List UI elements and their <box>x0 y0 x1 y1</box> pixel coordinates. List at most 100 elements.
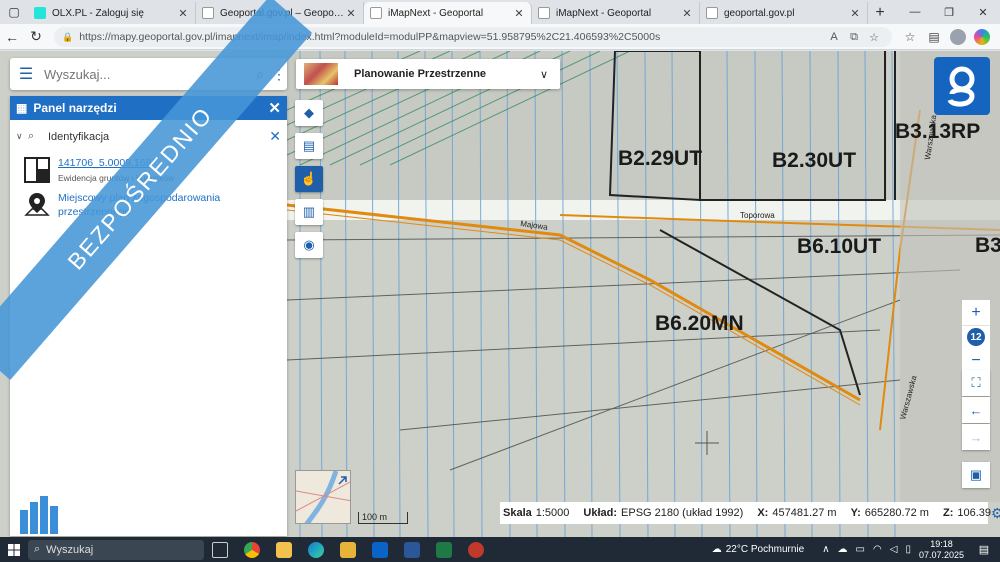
close-tab-icon[interactable]: ✕ <box>681 7 693 20</box>
clock-time: 19:18 <box>930 538 953 549</box>
windows-taskbar: ⌕ Wyszukaj ☁ 22°C Pochmurnie ∧ ☁ ▭ ◠ ◁ ▯… <box>0 537 1000 562</box>
page-favicon <box>202 7 214 19</box>
weather-widget[interactable]: ☁ 22°C Pochmurnie <box>712 544 804 555</box>
collections-icon[interactable]: ▤ <box>922 25 946 49</box>
close-tab-icon[interactable]: ✕ <box>849 7 861 20</box>
label-b229: B2.29UT <box>618 147 702 170</box>
lock-icon[interactable]: 🔒 <box>62 32 73 43</box>
clock[interactable]: 19:18 07.07.2025 <box>919 539 964 561</box>
volume-icon[interactable]: ◁ <box>890 544 898 555</box>
new-tab-button[interactable]: + <box>868 2 892 24</box>
clock-date: 07.07.2025 <box>918 549 964 560</box>
wifi-icon[interactable]: ◠ <box>873 544 882 555</box>
address-bar: ← ↻ 🔒 https://mapy.geoportal.gov.pl/imap… <box>0 24 1000 50</box>
fullscreen-icon[interactable]: ⛶ <box>962 370 990 396</box>
tab-imapnext-active[interactable]: iMapNext - Geoportal ✕ <box>364 2 532 24</box>
search-icon: ⌕ <box>28 130 35 142</box>
close-identification-icon[interactable]: ✕ <box>269 128 281 145</box>
taskbar-search[interactable]: ⌕ Wyszukaj <box>28 539 204 560</box>
onedrive-icon[interactable]: ☁ <box>838 544 848 555</box>
print-icon[interactable]: ▤ <box>295 133 323 159</box>
maximize-icon[interactable]: ❐ <box>932 0 966 24</box>
crs-value[interactable]: EPSG 2180 (układ 1992) <box>621 507 743 519</box>
tab-title: iMapNext - Geoportal <box>388 7 484 19</box>
zoom-in-button[interactable]: + <box>962 300 990 326</box>
edge-icon[interactable] <box>300 537 332 562</box>
z-label: Z: <box>942 507 954 519</box>
scale-value[interactable]: 1:5000 <box>536 507 570 519</box>
favorite-star-icon[interactable]: ☆ <box>864 31 884 44</box>
tab-title: OLX.PL - Zaloguj się <box>52 7 144 19</box>
tools-panel-title: Panel narzędzi <box>33 101 117 115</box>
next-view-icon[interactable]: → <box>962 424 990 450</box>
label-b610: B6.10UT <box>797 235 881 258</box>
chevron-up-icon[interactable]: ∧ <box>822 544 829 555</box>
identify-pointer-icon[interactable]: ☝ <box>295 166 323 192</box>
notifications-icon[interactable]: ▤ <box>974 543 994 556</box>
compare-maps-icon[interactable]: ▣ <box>962 462 990 488</box>
layers-icon[interactable]: ◆ <box>295 100 323 126</box>
scale-label: Skala <box>503 507 532 519</box>
apps-grid-icon: ▦ <box>16 101 28 115</box>
url-field[interactable]: 🔒 https://mapy.geoportal.gov.pl/imapnext… <box>54 27 892 47</box>
y-value: 665280.72 m <box>864 507 929 519</box>
system-tray: ☁ 22°C Pochmurnie ∧ ☁ ▭ ◠ ◁ ▯ 19:18 07.0… <box>712 537 1000 562</box>
zoom-level: 12 <box>962 326 990 348</box>
tab-olx[interactable]: OLX.PL - Zaloguj się ✕ <box>28 2 196 24</box>
close-tab-icon[interactable]: ✕ <box>513 7 525 20</box>
favorites-icon[interactable]: ☆ <box>898 25 922 49</box>
taskbar-search-text: Wyszukaj <box>46 543 94 556</box>
window-menu-icon[interactable]: ▢ <box>0 0 28 24</box>
map-status-bar: Skala 1:5000 Układ: EPSG 2180 (układ 1992)… <box>500 502 1000 524</box>
close-panel-icon[interactable]: ✕ <box>268 99 281 117</box>
task-view-icon[interactable] <box>204 537 236 562</box>
browser-toolbar: ☆ ▤ <box>898 25 994 49</box>
reload-icon[interactable]: ↻ <box>24 25 48 49</box>
extension-icon[interactable]: ⧉ <box>844 31 864 44</box>
chevron-down-icon[interactable]: ∨ <box>16 131 28 142</box>
watermark: otwiasto.cieap <box>18 494 234 534</box>
app-icon[interactable] <box>460 537 492 562</box>
chrome-icon[interactable] <box>236 537 268 562</box>
windows-start-icon[interactable] <box>0 537 28 562</box>
tab-imapnext[interactable]: iMapNext - Geoportal ✕ <box>532 2 700 24</box>
copilot-icon[interactable] <box>974 29 990 45</box>
label-b313: B3.13RP <box>895 120 980 143</box>
geoportal-g-icon <box>947 66 975 107</box>
geoportal-logo[interactable] <box>934 57 990 115</box>
file-explorer-icon[interactable] <box>268 537 300 562</box>
previous-view-icon[interactable]: ← <box>962 397 990 423</box>
layer-selector[interactable]: Planowanie Przestrzenne ∨ <box>296 59 560 89</box>
page-favicon <box>370 7 382 19</box>
settings-gear-icon[interactable]: ⚙ <box>991 505 1000 522</box>
layer-thumbnail <box>304 63 338 85</box>
outlook-icon[interactable] <box>364 537 396 562</box>
minimize-icon[interactable]: — <box>898 0 932 24</box>
tab-geoportal[interactable]: geoportal.gov.pl ✕ <box>700 2 868 24</box>
network-icon[interactable]: ▭ <box>856 544 865 555</box>
y-label: Y: <box>850 507 861 519</box>
label-b230: B2.30UT <box>772 149 856 172</box>
url-text: https://mapy.geoportal.gov.pl/imapnext/i… <box>79 31 661 43</box>
page-favicon <box>538 7 550 19</box>
profile-avatar[interactable] <box>950 29 966 45</box>
close-window-icon[interactable]: ✕ <box>966 0 1000 24</box>
x-value: 457481.27 m <box>772 507 837 519</box>
chevron-down-icon[interactable]: ∨ <box>540 68 560 81</box>
read-aloud-icon[interactable]: A <box>824 31 844 43</box>
camera-icon[interactable]: ◉ <box>295 232 323 258</box>
scale-bar: 100 m <box>358 512 408 524</box>
close-tab-icon[interactable]: ✕ <box>345 7 357 20</box>
z-value: 106.39 <box>957 507 992 519</box>
menu-hamburger-icon[interactable]: ☰ <box>10 58 42 90</box>
overview-minimap[interactable] <box>295 470 351 524</box>
x-label: X: <box>757 507 769 519</box>
battery-icon[interactable]: ▯ <box>905 544 911 555</box>
clipboard-icon[interactable]: ▥ <box>295 199 323 225</box>
excel-icon[interactable] <box>428 537 460 562</box>
back-icon[interactable]: ← <box>0 25 24 49</box>
close-tab-icon[interactable]: ✕ <box>177 7 189 20</box>
word-icon[interactable] <box>396 537 428 562</box>
folder-icon[interactable] <box>332 537 364 562</box>
cloud-icon: ☁ <box>711 544 722 555</box>
